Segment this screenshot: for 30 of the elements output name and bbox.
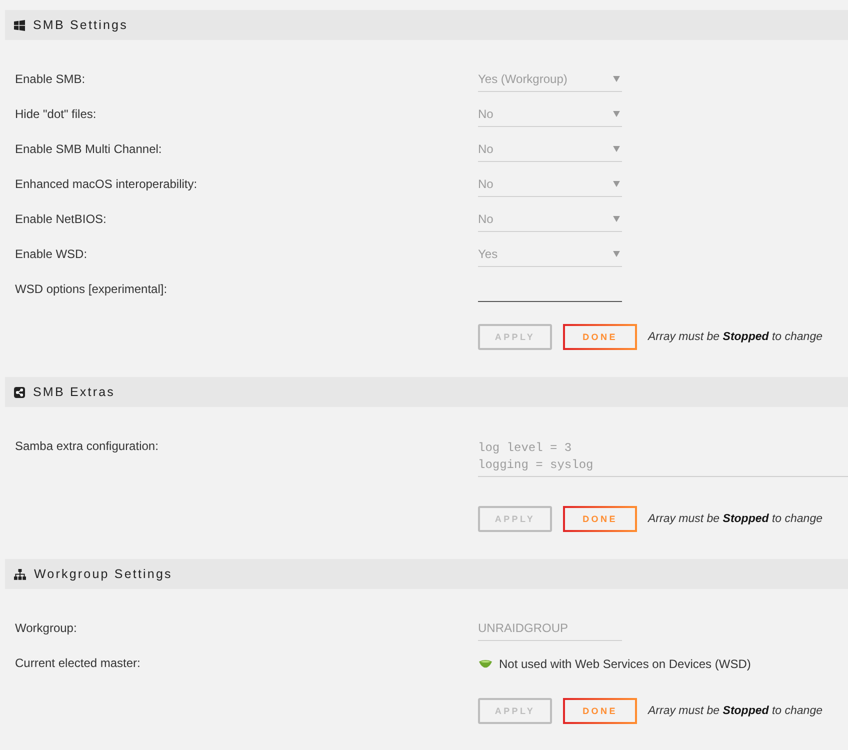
array-status-note: Array must be Stopped to change xyxy=(648,513,822,525)
share-icon xyxy=(14,386,25,398)
status-text: Not used with Web Services on Devices (WSD) xyxy=(499,656,751,670)
section-title: SMB Settings xyxy=(33,18,128,32)
caret-icon xyxy=(613,111,620,117)
windows-logo-icon xyxy=(14,20,25,30)
sitemap-icon xyxy=(14,568,26,580)
field-label: Current elected master: xyxy=(15,655,140,672)
caret-icon xyxy=(613,146,620,152)
field-label: Samba extra configuration: xyxy=(15,438,158,455)
done-button[interactable]: DONE xyxy=(563,506,637,532)
caret-icon xyxy=(613,251,620,257)
status-icon xyxy=(479,659,492,668)
done-button[interactable]: DONE xyxy=(563,324,637,350)
caret-icon xyxy=(613,181,620,187)
array-status-note: Array must be Stopped to change xyxy=(648,705,822,717)
field-label: WSD options [experimental]: xyxy=(15,281,168,298)
field-label: Enable SMB Multi Channel: xyxy=(15,141,162,158)
caret-icon xyxy=(613,76,620,82)
field-label: Enable WSD: xyxy=(15,246,88,263)
field-label: Enable NetBIOS: xyxy=(15,211,106,228)
field-label: Hide "dot" files: xyxy=(15,106,96,123)
field-label: Workgroup: xyxy=(15,620,77,637)
section-title: SMB Extras xyxy=(33,385,115,399)
field-label: Enhanced macOS interoperability: xyxy=(15,176,198,193)
field-label: Enable SMB: xyxy=(15,71,86,88)
done-button[interactable]: DONE xyxy=(563,698,637,724)
caret-icon xyxy=(613,216,620,222)
section-title: Workgroup Settings xyxy=(34,567,172,581)
array-status-note: Array must be Stopped to change xyxy=(648,331,822,343)
